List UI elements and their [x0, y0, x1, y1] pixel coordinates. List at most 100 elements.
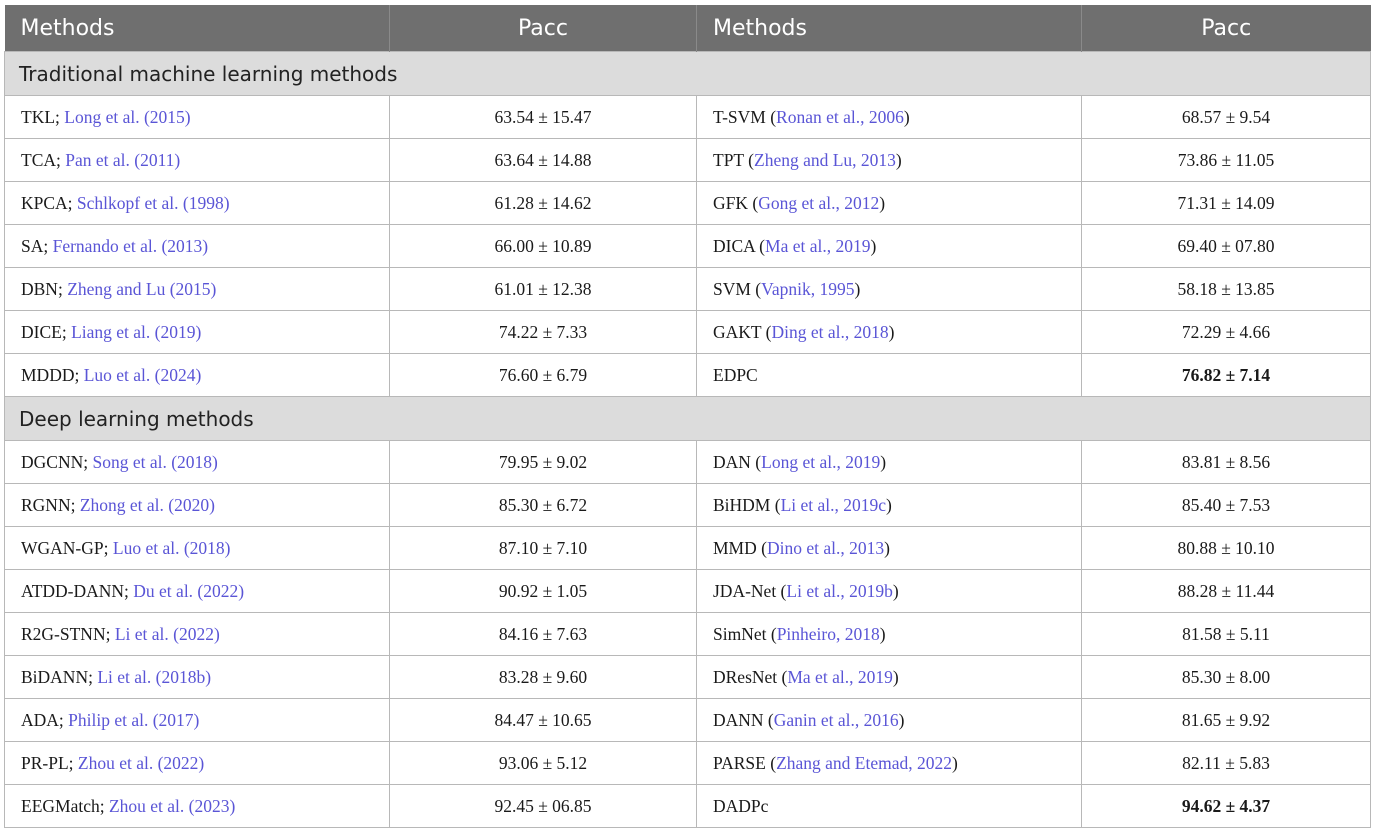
table-row: R2G-STNN; Li et al. (2022) 84.16 ± 7.63 Si… — [4, 612, 1371, 656]
method-cell-2: TPT (Zheng and Lu, 2013) — [696, 138, 1082, 182]
method-name: GAKT ( — [713, 321, 772, 342]
citation-link[interactable]: Luo et al. (2024) — [84, 365, 202, 385]
closing-paren: ) — [892, 666, 899, 687]
citation-link[interactable]: Zhou et al. (2023) — [109, 796, 235, 816]
pacc-value-1: 87.10 ± 7.10 — [389, 526, 697, 570]
method-name: DICA ( — [713, 235, 766, 256]
pacc-value-2: 94.62 ± 4.37 — [1081, 784, 1371, 828]
method-name: RGNN; — [21, 494, 80, 515]
method-name: TPT ( — [713, 149, 754, 170]
closing-paren: ) — [879, 623, 886, 644]
citation-link[interactable]: Luo et al. (2018) — [113, 538, 231, 558]
citation-link[interactable]: Fernando et al. (2013) — [53, 236, 209, 256]
method-name: DICE; — [21, 321, 72, 342]
closing-paren: ) — [895, 149, 902, 170]
closing-paren: ) — [879, 192, 886, 213]
citation-link[interactable]: Li et al., 2019b — [786, 581, 892, 601]
closing-paren: ) — [898, 709, 905, 730]
pacc-value-1: 92.45 ± 06.85 — [389, 784, 697, 828]
citation-link[interactable]: Pan et al. (2011) — [65, 150, 180, 170]
method-name: BiDANN; — [21, 666, 98, 687]
pacc-value-1: 66.00 ± 10.89 — [389, 224, 697, 268]
closing-paren: ) — [903, 106, 910, 127]
citation-link[interactable]: Vapnik, 1995 — [761, 279, 854, 299]
closing-paren: ) — [892, 580, 899, 601]
method-cell-1: DBN; Zheng and Lu (2015) — [4, 267, 390, 311]
pacc-value-2: 58.18 ± 13.85 — [1081, 267, 1371, 311]
header-methods-2: Methods — [696, 5, 1082, 52]
citation-link[interactable]: Ma et al., 2019 — [787, 667, 892, 687]
citation-link[interactable]: Ding et al., 2018 — [772, 322, 889, 342]
citation-link[interactable]: Zhou et al. (2022) — [78, 753, 204, 773]
pacc-value-2: 85.40 ± 7.53 — [1081, 483, 1371, 527]
citation-link[interactable]: Ganin et al., 2016 — [774, 710, 899, 730]
method-cell-2: DAN (Long et al., 2019) — [696, 440, 1082, 484]
method-cell-1: TCA; Pan et al. (2011) — [4, 138, 390, 182]
method-name: KPCA; — [21, 192, 77, 213]
method-name: SimNet ( — [713, 623, 777, 644]
pacc-value-1: 61.28 ± 14.62 — [389, 181, 697, 225]
method-cell-2: DANN (Ganin et al., 2016) — [696, 698, 1082, 742]
header-pacc-2: Pacc — [1081, 5, 1371, 52]
results-table: Methods Pacc Methods Pacc Traditional ma… — [4, 5, 1371, 828]
method-name: DResNet ( — [713, 666, 788, 687]
pacc-value-2: 80.88 ± 10.10 — [1081, 526, 1371, 570]
citation-link[interactable]: Zheng and Lu, 2013 — [754, 150, 896, 170]
method-cell-2: JDA-Net (Li et al., 2019b) — [696, 569, 1082, 613]
citation-link[interactable]: Long et al. (2015) — [64, 107, 190, 127]
method-name: BiHDM ( — [713, 494, 781, 515]
method-cell-1: MDDD; Luo et al. (2024) — [4, 353, 390, 397]
method-name: SA; — [21, 235, 53, 256]
citation-link[interactable]: Liang et al. (2019) — [71, 322, 201, 342]
table-row: EEGMatch; Zhou et al. (2023) 92.45 ± 06.8… — [4, 784, 1371, 828]
method-name: EDPC — [713, 364, 758, 385]
citation-link[interactable]: Ma et al., 2019 — [765, 236, 870, 256]
citation-link[interactable]: Zhong et al. (2020) — [80, 495, 215, 515]
table-row: ATDD-DANN; Du et al. (2022) 90.92 ± 1.05 J… — [4, 569, 1371, 613]
method-name: PR-PL; — [21, 752, 78, 773]
citation-link[interactable]: Zhang and Etemad, 2022 — [776, 753, 952, 773]
citation-link[interactable]: Du et al. (2022) — [133, 581, 244, 601]
method-name: GFK ( — [713, 192, 759, 213]
method-name: ADA; — [21, 709, 69, 730]
pacc-value-2: 76.82 ± 7.14 — [1081, 353, 1371, 397]
citation-link[interactable]: Li et al. (2022) — [115, 624, 220, 644]
table-row: TCA; Pan et al. (2011) 63.64 ± 14.88 TPT (… — [4, 138, 1371, 182]
method-cell-2: T-SVM (Ronan et al., 2006) — [696, 95, 1082, 139]
table-body: Traditional machine learning methods TKL;… — [4, 51, 1371, 828]
citation-link[interactable]: Dino et al., 2013 — [767, 538, 884, 558]
citation-link[interactable]: Song et al. (2018) — [92, 452, 217, 472]
pacc-value-2: 81.58 ± 5.11 — [1081, 612, 1371, 656]
citation-link[interactable]: Zheng and Lu (2015) — [67, 279, 216, 299]
table-row: PR-PL; Zhou et al. (2022) 93.06 ± 5.12 PAR… — [4, 741, 1371, 785]
pacc-value-1: 63.64 ± 14.88 — [389, 138, 697, 182]
pacc-value-1: 74.22 ± 7.33 — [389, 310, 697, 354]
method-name: TCA; — [21, 149, 66, 170]
method-cell-1: EEGMatch; Zhou et al. (2023) — [4, 784, 390, 828]
citation-link[interactable]: Pinheiro, 2018 — [777, 624, 880, 644]
method-cell-2: SVM (Vapnik, 1995) — [696, 267, 1082, 311]
method-cell-2: PARSE (Zhang and Etemad, 2022) — [696, 741, 1082, 785]
method-cell-2: GAKT (Ding et al., 2018) — [696, 310, 1082, 354]
citation-link[interactable]: Li et al. (2018b) — [97, 667, 211, 687]
citation-link[interactable]: Philip et al. (2017) — [68, 710, 199, 730]
table-row: WGAN-GP; Luo et al. (2018) 87.10 ± 7.10 MM… — [4, 526, 1371, 570]
citation-link[interactable]: Li et al., 2019c — [781, 495, 886, 515]
method-name: PARSE ( — [713, 752, 777, 773]
method-cell-1: DGCNN; Song et al. (2018) — [4, 440, 390, 484]
pacc-value-1: 76.60 ± 6.79 — [389, 353, 697, 397]
method-name: DBN; — [21, 278, 68, 299]
pacc-value-2: 69.40 ± 07.80 — [1081, 224, 1371, 268]
header-pacc-1: Pacc — [389, 5, 697, 52]
header-row: Methods Pacc Methods Pacc — [4, 5, 1371, 52]
method-cell-1: ADA; Philip et al. (2017) — [4, 698, 390, 742]
method-cell-2: BiHDM (Li et al., 2019c) — [696, 483, 1082, 527]
citation-link[interactable]: Long et al., 2019 — [761, 452, 880, 472]
closing-paren: ) — [870, 235, 877, 256]
table-row: RGNN; Zhong et al. (2020) 85.30 ± 6.72 BiH… — [4, 483, 1371, 527]
results-table-container: Methods Pacc Methods Pacc Traditional ma… — [4, 5, 1371, 828]
citation-link[interactable]: Ronan et al., 2006 — [776, 107, 904, 127]
method-name: MMD ( — [713, 537, 767, 558]
citation-link[interactable]: Schlkopf et al. (1998) — [77, 193, 230, 213]
citation-link[interactable]: Gong et al., 2012 — [758, 193, 879, 213]
